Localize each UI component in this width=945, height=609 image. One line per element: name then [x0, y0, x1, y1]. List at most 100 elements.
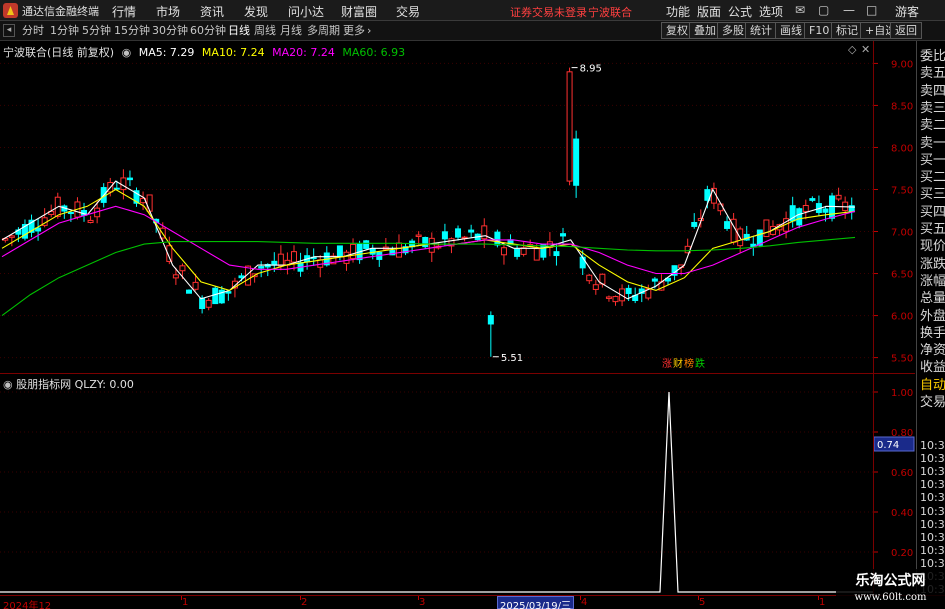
menu-market[interactable]: 市场: [156, 3, 180, 20]
candle-body: [822, 208, 829, 213]
candle-body: [8, 235, 15, 238]
low-label: 5.51: [501, 353, 523, 364]
period-30min[interactable]: 30分钟: [152, 23, 188, 39]
y-tick-label: 8.00: [891, 143, 913, 154]
minimize-icon[interactable]: —: [843, 3, 855, 17]
side-item[interactable]: 涨幅: [920, 270, 945, 289]
side-item[interactable]: 卖四: [920, 80, 945, 99]
app-title: 通达信金融终端: [22, 5, 99, 18]
f10-button[interactable]: F10: [804, 22, 835, 39]
ma-line-ma60: [1, 236, 856, 317]
candle-body: [363, 240, 370, 249]
indicator-chart[interactable]: 1.00 0.80 0.60 0.40 0.20 0.74 ◉ 股朋指标网 QLZY: 0…: [0, 373, 915, 595]
period-weekly[interactable]: 周线: [254, 23, 276, 39]
candle-body: [87, 219, 94, 223]
side-item[interactable]: 买三: [920, 183, 945, 202]
candle-body: [763, 219, 770, 238]
y-tick-label: 0.60: [891, 468, 913, 479]
period-tick[interactable]: 分时: [22, 23, 44, 39]
side-item[interactable]: 自动: [920, 374, 945, 393]
candle-body: [553, 251, 560, 257]
menu-layout[interactable]: 版面: [697, 3, 721, 20]
period-1min[interactable]: 1分钟: [50, 23, 79, 39]
menu-trade[interactable]: 交易: [396, 3, 420, 20]
menu-functions[interactable]: 功能: [666, 3, 690, 20]
collapse-icon[interactable]: ◂: [3, 24, 15, 37]
candle-body: [586, 274, 593, 282]
side-item[interactable]: 委比: [920, 45, 945, 64]
side-item[interactable]: 总量: [920, 287, 945, 306]
legend-toggle-icon[interactable]: ◉: [122, 46, 132, 59]
candle-body: [605, 296, 612, 299]
menu-news[interactable]: 资讯: [200, 3, 224, 20]
chart-settings-icon[interactable]: ◇: [848, 43, 856, 56]
mark-button[interactable]: 标记: [831, 22, 863, 39]
candle-body: [468, 229, 475, 233]
draw-line-button[interactable]: 画线: [775, 22, 807, 39]
guest-user[interactable]: 游客: [895, 3, 919, 20]
tick-time: 10:32: [920, 543, 945, 557]
indicator-toggle-icon[interactable]: ◉: [3, 378, 13, 391]
period-60min[interactable]: 60分钟: [190, 23, 226, 39]
candle-body: [691, 222, 698, 227]
side-item[interactable]: 换手: [920, 322, 945, 341]
side-item[interactable]: 交易: [920, 391, 945, 410]
period-15min[interactable]: 15分钟: [114, 23, 150, 39]
candle-body: [395, 242, 402, 258]
candle-body: [369, 248, 376, 255]
candle-body: [225, 291, 232, 294]
login-status[interactable]: 证券交易未登录: [510, 4, 587, 20]
side-item[interactable]: 卖三: [920, 97, 945, 116]
side-item[interactable]: 涨跌: [920, 253, 945, 272]
stock-badge[interactable]: 财: [673, 357, 683, 370]
side-item[interactable]: 收益: [920, 356, 945, 375]
ma-line-ma10: [1, 188, 856, 291]
ma60-label: MA60: 6.93: [342, 46, 406, 59]
more-chevron-icon[interactable]: ›: [367, 23, 371, 39]
stats-button[interactable]: 统计: [745, 22, 777, 39]
side-item[interactable]: 外盘: [920, 305, 945, 324]
tick-time: 10:32: [920, 556, 945, 570]
period-multi[interactable]: 多周期: [307, 23, 340, 39]
watermark: 乐淘公式网 www.60lt.com: [836, 569, 945, 609]
chart-close-icon[interactable]: ✕: [861, 43, 870, 56]
candle-body: [514, 248, 521, 257]
stock-badge[interactable]: 跌: [695, 357, 705, 370]
period-daily[interactable]: 日线: [228, 23, 250, 39]
side-item[interactable]: 买一: [920, 149, 945, 168]
side-item[interactable]: 买四: [920, 201, 945, 220]
period-monthly[interactable]: 月线: [280, 23, 302, 39]
candle-body: [199, 297, 206, 310]
stock-badge[interactable]: 涨: [662, 358, 672, 370]
app-logo-icon: [3, 3, 18, 18]
side-item[interactable]: 买二: [920, 166, 945, 185]
y-tick-label: 0.40: [891, 508, 913, 519]
menu-quotes[interactable]: 行情: [112, 3, 136, 20]
kline-chart[interactable]: 9.00 8.50 8.00 7.50 7.00 6.50 6.00 5.50 8.95 5.51…: [0, 41, 915, 371]
menu-wealth-circle[interactable]: 财富圈: [341, 3, 377, 20]
period-5min[interactable]: 5分钟: [82, 23, 111, 39]
restore-icon[interactable]: ▢: [818, 3, 829, 17]
side-item[interactable]: 卖二: [920, 114, 945, 133]
y-tick-label: 7.50: [891, 185, 913, 196]
y-tick-label: 5.50: [891, 354, 913, 365]
menu-discover[interactable]: 发现: [244, 3, 268, 20]
menu-assistant[interactable]: 问小达: [288, 3, 324, 20]
candle-body: [192, 281, 199, 290]
side-item[interactable]: 卖五: [920, 62, 945, 81]
menu-formula[interactable]: 公式: [728, 3, 752, 20]
side-item[interactable]: 卖一: [920, 132, 945, 151]
maximize-icon[interactable]: □: [866, 3, 877, 17]
stock-badge[interactable]: 榜: [684, 357, 694, 370]
ma20-label: MA20: 7.24: [272, 46, 335, 59]
period-more[interactable]: 更多: [343, 23, 365, 39]
message-icon[interactable]: ✉: [795, 3, 805, 17]
side-item[interactable]: 买五: [920, 218, 945, 237]
menu-options[interactable]: 选项: [759, 3, 783, 20]
candle-body: [487, 315, 494, 325]
back-button[interactable]: 返回: [890, 22, 922, 39]
side-item[interactable]: 现价: [920, 235, 945, 254]
candle-body: [566, 71, 573, 182]
side-item[interactable]: 净资: [920, 339, 945, 358]
indicator-svg: 1.000.800.600.400.200.74: [0, 388, 915, 593]
